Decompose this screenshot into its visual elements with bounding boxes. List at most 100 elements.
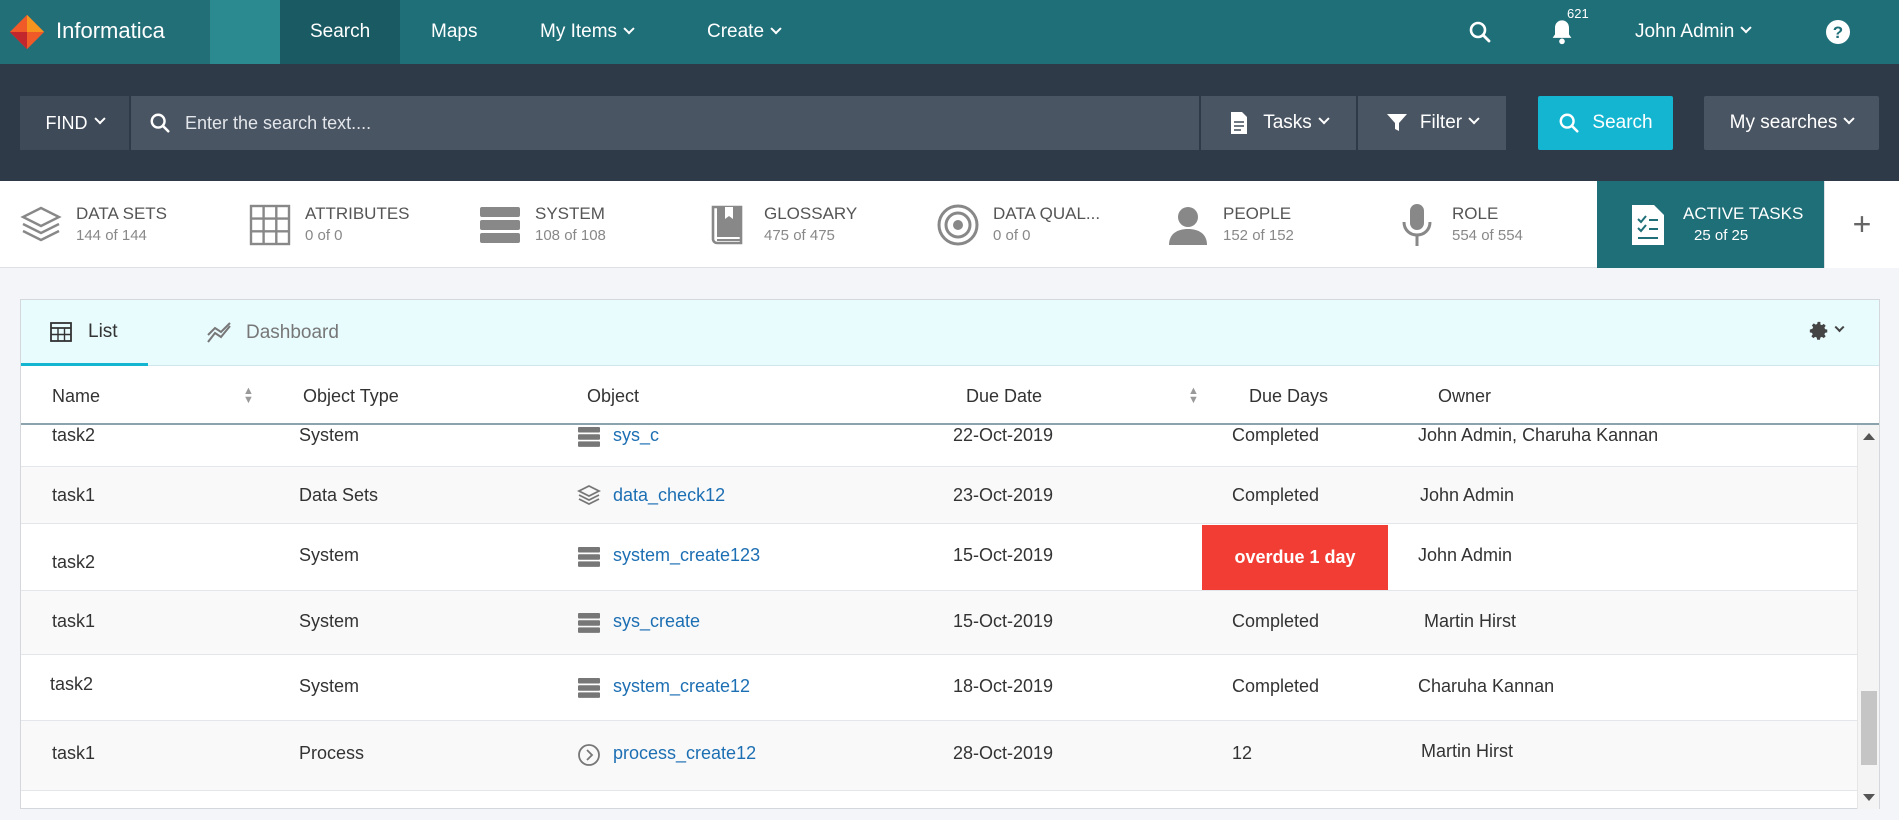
sort-icon[interactable]: ▲ ▼ <box>243 386 254 406</box>
search-field[interactable] <box>131 96 1199 150</box>
layers-icon <box>577 484 601 506</box>
chevron-down-icon <box>1318 113 1330 125</box>
column-owner[interactable]: Owner <box>1438 367 1491 425</box>
category-active-tasks[interactable]: ACTIVE TASKS 25 of 25 <box>1597 181 1825 268</box>
server-icon <box>578 678 600 698</box>
informatica-logo-icon <box>9 14 45 50</box>
owner: Charuha Kannan <box>1418 676 1555 696</box>
due-date: 28-Oct-2019 <box>953 743 1054 763</box>
column-object[interactable]: Object <box>587 367 639 425</box>
object-link[interactable]: sys_c <box>613 425 659 446</box>
tab-dashboard[interactable]: Dashboard <box>186 300 359 366</box>
nav-create[interactable]: Create <box>677 0 810 64</box>
chevron-down-icon <box>1834 321 1845 332</box>
search-button[interactable]: Search <box>1538 96 1673 150</box>
category-people[interactable]: PEOPLE 152 of 152 <box>1165 181 1375 268</box>
table-scrollbar[interactable] <box>1857 425 1879 809</box>
due-days: Completed <box>1232 485 1320 505</box>
search-icon <box>1469 21 1491 43</box>
scroll-up-icon[interactable] <box>1863 433 1875 440</box>
task-document-icon <box>1632 204 1664 245</box>
object-type: System <box>299 425 360 445</box>
filter-icon <box>1386 114 1407 131</box>
server-icon <box>578 613 600 633</box>
server-icon <box>480 206 520 243</box>
nav-search[interactable]: Search <box>280 0 401 64</box>
category-role[interactable]: ROLE 554 of 554 <box>1394 181 1604 268</box>
table-header: Name ▲ ▼ Object Type Object Due Date ▲ ▼ D… <box>21 367 1879 425</box>
due-days: Completed <box>1232 425 1320 445</box>
column-due-days[interactable]: Due Days <box>1249 367 1328 425</box>
object-link[interactable]: system_create12 <box>613 676 750 697</box>
add-category-button[interactable]: + <box>1824 181 1899 268</box>
table-row[interactable]: task1 System sys_create 15-Oct-2019 Comp… <box>21 591 1857 655</box>
category-data-quality[interactable]: DATA QUAL... 0 of 0 <box>935 181 1145 268</box>
table-row[interactable]: task1 Process process_create12 28-Oct-20… <box>21 721 1857 791</box>
category-system[interactable]: SYSTEM 108 of 108 <box>477 181 687 268</box>
chevron-down-icon <box>623 23 635 35</box>
scroll-down-icon[interactable] <box>1863 794 1875 801</box>
category-glossary[interactable]: GLOSSARY 475 of 475 <box>706 181 916 268</box>
chevron-down-icon <box>1843 113 1856 125</box>
tasks-panel: List Dashboard Name ▲ ▼ Object Type Objec… <box>20 299 1880 809</box>
due-date: 18-Oct-2019 <box>953 676 1054 696</box>
logo[interactable]: Informatica <box>0 0 210 64</box>
search-icon <box>150 113 170 133</box>
settings-menu[interactable] <box>1808 320 1845 342</box>
nav-maps[interactable]: Maps <box>401 0 507 64</box>
sort-icon[interactable]: ▲ ▼ <box>1188 386 1199 406</box>
table-body: task2 System sys_c 22-Oct-2019 Completed… <box>21 425 1857 809</box>
table-row[interactable]: task2 System sys_c 22-Oct-2019 Completed… <box>21 425 1857 467</box>
process-icon <box>578 744 600 766</box>
user-menu[interactable]: John Admin <box>1635 0 1752 64</box>
object-type: Data Sets <box>299 485 379 505</box>
owner: John Admin <box>1420 485 1515 505</box>
nav-my-items[interactable]: My Items <box>510 0 663 64</box>
object-type: System <box>299 545 360 565</box>
search-icon <box>1559 113 1579 133</box>
help-icon: ? <box>1826 20 1850 44</box>
object-type: System <box>299 676 360 696</box>
task-name: task2 <box>52 425 96 445</box>
due-days: Completed <box>1232 611 1320 631</box>
tasks-dropdown[interactable]: Tasks <box>1201 96 1356 150</box>
column-due-date[interactable]: Due Date <box>966 367 1042 425</box>
table-row[interactable]: task1 Data Sets data_check12 23-Oct-2019… <box>21 467 1857 524</box>
gear-icon <box>1809 321 1828 340</box>
svg-text:?: ? <box>1833 23 1843 42</box>
category-attributes[interactable]: ATTRIBUTES 0 of 0 <box>247 181 457 268</box>
object-link[interactable]: system_create123 <box>613 545 760 566</box>
task-name: task2 <box>50 674 94 694</box>
category-data-sets[interactable]: DATA SETS 144 of 144 <box>18 181 228 268</box>
notifications-count: 621 <box>1567 6 1589 21</box>
column-object-type[interactable]: Object Type <box>303 367 399 425</box>
owner: Martin Hirst <box>1424 611 1517 631</box>
view-tabs: List Dashboard <box>21 300 1879 366</box>
table-row[interactable]: task2 System system_create123 15-Oct-201… <box>21 524 1857 591</box>
due-date: 23-Oct-2019 <box>953 485 1054 505</box>
server-icon <box>578 547 600 567</box>
help-button[interactable]: ? <box>1825 0 1851 64</box>
object-link[interactable]: data_check12 <box>613 485 725 506</box>
due-days: 12 <box>1232 743 1253 763</box>
layers-icon <box>20 206 62 241</box>
owner: John Admin <box>1418 545 1513 565</box>
object-type: Process <box>299 743 365 763</box>
column-name[interactable]: Name <box>52 367 100 425</box>
my-searches-dropdown[interactable]: My searches <box>1704 96 1879 150</box>
scroll-thumb[interactable] <box>1861 691 1877 765</box>
brand-name: Informatica <box>56 18 165 43</box>
global-search-button[interactable] <box>1468 0 1492 64</box>
chevron-down-icon <box>93 113 106 125</box>
table-row[interactable]: task2 System system_create12 18-Oct-2019… <box>21 655 1857 721</box>
task-name: task2 <box>52 552 96 572</box>
server-icon <box>578 427 600 447</box>
find-dropdown[interactable]: FIND <box>20 96 130 150</box>
object-link[interactable]: sys_create <box>613 611 700 632</box>
filter-dropdown[interactable]: Filter <box>1358 96 1506 150</box>
search-input[interactable] <box>185 96 1185 150</box>
chevron-down-icon <box>1468 113 1480 125</box>
chevron-down-icon <box>1740 22 1752 34</box>
tab-list[interactable]: List <box>21 300 148 366</box>
object-link[interactable]: process_create12 <box>613 743 756 764</box>
